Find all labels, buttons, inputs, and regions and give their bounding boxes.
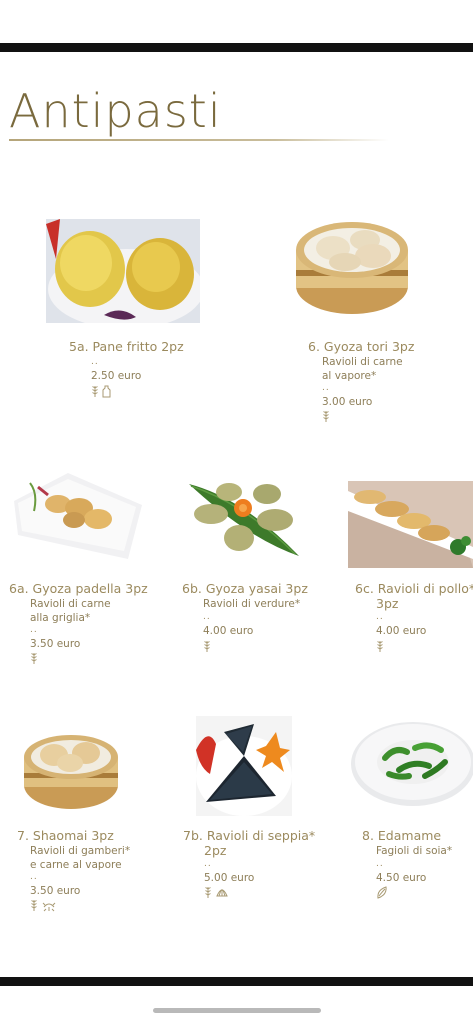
item-desc-line-1: Fagioli di soia* (376, 845, 453, 857)
item-dots: .. (91, 357, 99, 367)
wheat-icon (203, 640, 211, 653)
item-dots: .. (322, 383, 330, 393)
item-price: 4.00 euro (203, 625, 254, 637)
wheat-icon (30, 652, 38, 665)
item-dots: .. (376, 859, 384, 869)
item-price: 4.50 euro (376, 872, 427, 884)
item-name: 8. Edamame (362, 828, 442, 843)
item-desc-line-1: Ravioli di verdure* (203, 598, 301, 610)
item-price: 2.50 euro (91, 370, 142, 382)
wheat-icon (322, 410, 330, 423)
shellfish-icon (215, 886, 229, 899)
item-name-line-2: 3pz (376, 596, 399, 611)
item-name: 5a. Pane fritto 2pz (69, 339, 184, 354)
item-desc-line-2: alla griglia* (30, 612, 91, 624)
item-name-line-2: 2pz (204, 843, 227, 858)
item-desc-line-1: Ravioli di gamberi* (30, 845, 131, 857)
item-dots: .. (203, 612, 211, 622)
wheat-icon (30, 899, 38, 912)
top-border-bar (0, 43, 473, 52)
title-underline (9, 139, 389, 141)
ravioli-di-pollo-photo (348, 481, 473, 568)
gyoza-yasai-photo (187, 478, 300, 558)
item-dots: .. (376, 612, 384, 622)
ravioli-di-seppia-photo (196, 716, 292, 816)
soy-pod-icon (376, 886, 388, 899)
item-desc-line-1: Ravioli di carne (30, 598, 111, 610)
item-name: 7b. Ravioli di seppia* (183, 828, 316, 843)
wheat-icon (91, 385, 99, 398)
item-desc-line-1: Ravioli di carne (322, 356, 403, 368)
crustacean-icon (41, 899, 57, 912)
edamame-photo (349, 716, 473, 808)
item-name: 6a. Gyoza padella 3pz (9, 581, 148, 596)
item-dots: .. (30, 625, 38, 635)
item-desc-line-2: e carne al vapore (30, 859, 122, 871)
pane-fritto-photo (46, 219, 200, 323)
milk-bottle-icon (102, 385, 111, 398)
page-title: Antipasti (9, 84, 222, 138)
item-name: 6c. Ravioli di pollo* (355, 581, 473, 596)
wheat-icon (204, 886, 212, 899)
item-desc-line-2: al vapore* (322, 370, 377, 382)
gyoza-tori-photo (293, 210, 411, 318)
item-price: 3.00 euro (322, 396, 373, 408)
item-price: 4.00 euro (376, 625, 427, 637)
item-price: 5.00 euro (204, 872, 255, 884)
home-indicator[interactable] (153, 1008, 321, 1013)
item-name: 6b. Gyoza yasai 3pz (182, 581, 308, 596)
gyoza-padella-photo (8, 471, 144, 563)
item-name: 7. Shaomai 3pz (17, 828, 114, 843)
wheat-icon (376, 640, 384, 653)
shaomai-photo (22, 725, 120, 812)
item-price: 3.50 euro (30, 885, 81, 897)
item-dots: .. (30, 872, 38, 882)
item-name: 6. Gyoza tori 3pz (308, 339, 415, 354)
bottom-border-bar (0, 977, 473, 986)
item-dots: .. (204, 859, 212, 869)
item-price: 3.50 euro (30, 638, 81, 650)
